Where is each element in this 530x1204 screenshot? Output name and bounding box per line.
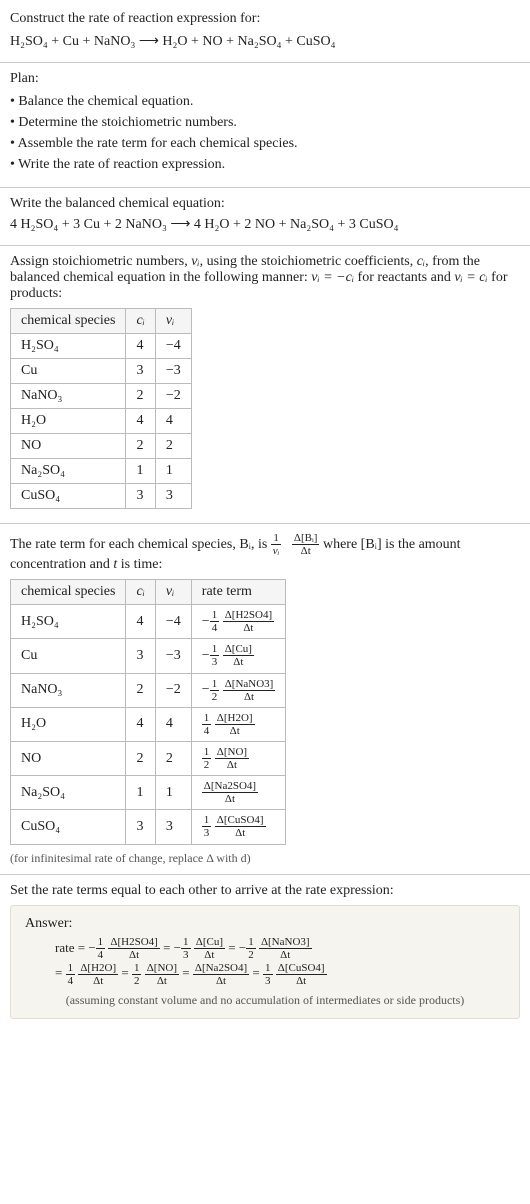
rateterm-table: chemical species cᵢ νᵢ rate term H₂SO₄4−…	[10, 579, 286, 844]
rate-line-1: rate = −14 Δ[H2SO4]Δt = −13 Δ[Cu]Δt = −1…	[55, 936, 505, 962]
plan-item: Assemble the rate term for each chemical…	[10, 133, 520, 154]
table-row: Na₂SO₄11	[11, 459, 192, 484]
table-header-row: chemical species cᵢ νᵢ rate term	[11, 580, 286, 605]
balanced-equation: 4 H₂SO₄ + 3 Cu + 2 NaNO₃ ⟶ 4 H₂O + 2 NO …	[10, 216, 520, 233]
rateterm-note: (for infinitesimal rate of change, repla…	[10, 851, 520, 866]
plan-heading: Plan:	[10, 71, 520, 87]
stoich-table: chemical species cᵢ νᵢ H₂SO₄4−4 Cu3−3 Na…	[10, 308, 192, 509]
table-row: H₂O44	[11, 409, 192, 434]
frac-dBi-dt: Δ[Bᵢ]Δt	[292, 532, 320, 557]
plan-section: Plan: Balance the chemical equation. Det…	[0, 63, 530, 188]
table-row: H₂SO₄4−4−14 Δ[H2SO4]Δt	[11, 605, 286, 639]
answer-box: Answer: rate = −14 Δ[H2SO4]Δt = −13 Δ[Cu…	[10, 905, 520, 1019]
col-species: chemical species	[11, 309, 126, 334]
unbalanced-equation: H₂SO₄ + Cu + NaNO₃ ⟶ H₂O + NO + Na₂SO₄ +…	[10, 33, 520, 50]
table-row: NaNO₃2−2−12 Δ[NaNO3]Δt	[11, 673, 286, 707]
table-row: H₂SO₄4−4	[11, 334, 192, 359]
table-row: NO2212 Δ[NO]Δt	[11, 741, 286, 775]
balanced-heading: Write the balanced chemical equation:	[10, 196, 520, 212]
table-row: Cu3−3	[11, 359, 192, 384]
rate-expression: rate = −14 Δ[H2SO4]Δt = −13 Δ[Cu]Δt = −1…	[25, 936, 505, 987]
col-nu: νᵢ	[155, 309, 191, 334]
plan-list: Balance the chemical equation. Determine…	[10, 91, 520, 175]
table-row: CuSO₄3313 Δ[CuSO4]Δt	[11, 810, 286, 844]
plan-item: Determine the stoichiometric numbers.	[10, 112, 520, 133]
table-row: NO22	[11, 434, 192, 459]
plan-item: Write the rate of reaction expression.	[10, 154, 520, 175]
answer-label: Answer:	[25, 916, 505, 932]
col-ci: cᵢ	[126, 309, 155, 334]
frac-1-over-nu: 1νᵢ	[271, 532, 282, 557]
rate-line-2: = 14 Δ[H2O]Δt = 12 Δ[NO]Δt = Δ[Na2SO4]Δt…	[55, 961, 505, 987]
table-row: Cu3−3−13 Δ[Cu]Δt	[11, 639, 286, 673]
table-row: CuSO₄33	[11, 484, 192, 509]
assign-section: Assign stoichiometric numbers, νᵢ, using…	[0, 246, 530, 524]
table-header-row: chemical species cᵢ νᵢ	[11, 309, 192, 334]
final-heading: Set the rate terms equal to each other t…	[10, 883, 520, 899]
final-section: Set the rate terms equal to each other t…	[0, 875, 530, 1033]
assign-text: Assign stoichiometric numbers, νᵢ, using…	[10, 254, 520, 302]
assumption-note: (assuming constant volume and no accumul…	[25, 993, 505, 1008]
table-row: Na₂SO₄11Δ[Na2SO4]Δt	[11, 776, 286, 810]
prompt-section: Construct the rate of reaction expressio…	[0, 0, 530, 63]
balanced-section: Write the balanced chemical equation: 4 …	[0, 188, 530, 246]
table-row: H₂O4414 Δ[H2O]Δt	[11, 707, 286, 741]
table-row: NaNO₃2−2	[11, 384, 192, 409]
rateterm-section: The rate term for each chemical species,…	[0, 524, 530, 875]
rateterm-text: The rate term for each chemical species,…	[10, 532, 520, 573]
prompt-title: Construct the rate of reaction expressio…	[10, 8, 520, 29]
plan-item: Balance the chemical equation.	[10, 91, 520, 112]
